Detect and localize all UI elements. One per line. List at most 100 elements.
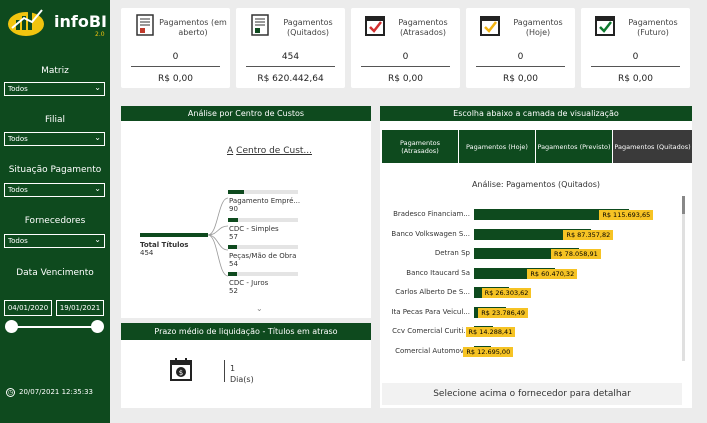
tree-node-bar (228, 245, 237, 249)
bar-value-label: R$ 12.695,00 (463, 346, 514, 357)
cost-center-field-link[interactable]: A Centro de Cust... (227, 146, 312, 156)
divider (224, 360, 225, 382)
filter-label-filial: Filial (44, 115, 66, 125)
tree-node-value: 52 (229, 287, 238, 295)
divider (361, 66, 450, 67)
kpi-count: 0 (402, 52, 409, 62)
fornecedores-select[interactable]: Todos ⌄ (4, 234, 105, 248)
kpi-value: R$ 0,00 (503, 74, 538, 84)
calendar-check-green-icon (595, 16, 615, 36)
chevron-down-icon: ⌄ (94, 184, 101, 193)
kpi-count: 0 (632, 52, 639, 62)
chevron-down-icon: ⌄ (94, 235, 101, 244)
tree-node-track (228, 245, 298, 249)
bar-value-label: R$ 60.470,32 (527, 268, 578, 279)
bar-category-label: Carlos Alberto De S... (395, 288, 470, 296)
tab-previsto[interactable]: Pagamentos (Previsto) (536, 130, 612, 163)
kpi-title: Pagamentos (em aberto) (159, 18, 227, 37)
bar-value-label: R$ 87.357,82 (563, 229, 614, 240)
date-slider-end-handle[interactable] (91, 320, 104, 333)
prazo-header: Prazo médio de liquidação - Títulos em a… (121, 323, 371, 340)
kpi-title: Pagamentos (Quitados) (283, 18, 333, 37)
situacao-value: Todos (8, 186, 28, 194)
divider (476, 66, 565, 67)
tree-node-label: CDC - Juros (229, 279, 269, 287)
bar-category-label: Comercial Automov... (395, 346, 470, 355)
chevron-down-icon: ⌄ (94, 83, 101, 92)
matriz-select[interactable]: Todos ⌄ (4, 82, 105, 96)
kpi-card-em-aberto[interactable]: Pagamentos (em aberto) 0 R$ 0,00 (121, 8, 230, 88)
kpi-value: R$ 0,00 (388, 74, 423, 84)
tree-node-track (228, 272, 298, 276)
bar-value-label: R$ 23.786,49 (478, 307, 529, 318)
date-label: Data Vencimento (16, 268, 94, 278)
tab-quitados[interactable]: Pagamentos (Quitados) (613, 130, 692, 163)
filter-label-matriz: Matriz (41, 66, 69, 76)
chart-logo-icon (8, 9, 44, 36)
fornecedores-value: Todos (8, 237, 28, 245)
kpi-card-futuro[interactable]: Pagamentos (Futuro) 0 R$ 0,00 (581, 8, 690, 88)
date-slider-track (10, 326, 98, 328)
chevron-down-icon[interactable]: ⌄ (256, 304, 263, 313)
kpi-count: 454 (281, 52, 300, 62)
brand-version: 2.0 (95, 31, 105, 38)
tree-node-label: CDC - Simples (229, 225, 279, 233)
kpi-card-quitados[interactable]: Pagamentos (Quitados) 454 R$ 620.442,64 (236, 8, 345, 88)
tree-root-value: 454 (140, 249, 154, 257)
tree-node-label: Pagamento Empré... (229, 197, 301, 205)
clock-icon: ◷ (6, 388, 15, 397)
divider (131, 66, 220, 67)
tree-root-label: Total Títulos (140, 241, 189, 249)
sidebar: infoBI 2.0 Matriz Todos ⌄ Filial Todos ⌄… (0, 0, 110, 423)
date-start-input[interactable]: 04/01/2020 (4, 300, 52, 316)
divider (246, 66, 335, 67)
detail-hint: Selecione acima o fornecedor para detalh… (382, 383, 682, 405)
bar-value-label: R$ 115.693,65 (599, 210, 654, 220)
matriz-value: Todos (8, 85, 28, 93)
tree-node-value: 57 (229, 233, 238, 241)
calendar-check-red-icon (365, 16, 385, 36)
date-end-input[interactable]: 19/01/2021 (56, 300, 104, 316)
bar-value-label: R$ 14.288,41 (465, 327, 516, 337)
tree-node-value: 90 (229, 205, 238, 213)
tree-node-label: Peças/Mão de Obra (229, 252, 297, 260)
last-update-timestamp: 20/07/2021 12:35:33 (19, 388, 94, 396)
kpi-value: R$ 0,00 (158, 74, 193, 84)
tree-node-track (228, 218, 298, 222)
prazo-unit: Dia(s) (230, 375, 254, 384)
chevron-down-icon: ⌄ (94, 133, 101, 142)
prazo-value: 1 (230, 364, 236, 373)
document-icon (251, 14, 269, 36)
kpi-value: R$ 620.442,64 (257, 74, 324, 84)
situacao-select[interactable]: Todos ⌄ (4, 183, 105, 197)
filial-value: Todos (8, 135, 28, 143)
scrollbar-track[interactable] (682, 196, 685, 361)
filter-label-situacao: Situação Pagamento (8, 165, 102, 175)
tab-atrasados[interactable]: Pagamentos (Atrasados) (382, 130, 458, 163)
tree-connectors (208, 197, 229, 277)
chart-title: Análise: Pagamentos (Quitados) (471, 180, 601, 189)
kpi-card-hoje[interactable]: Pagamentos (Hoje) 0 R$ 0,00 (466, 8, 575, 88)
kpi-card-atrasados[interactable]: Pagamentos (Atrasados) 0 R$ 0,00 (351, 8, 460, 88)
kpi-count: 0 (172, 52, 179, 62)
tab-hoje[interactable]: Pagamentos (Hoje) (459, 130, 535, 163)
cost-center-header: Análise por Centro de Custos (121, 106, 371, 121)
divider (591, 66, 680, 67)
bar-category-label: Banco Itaucard Sa (406, 268, 470, 277)
tree-root-bar (140, 233, 208, 237)
bar-category-label: Ccv Comercial Curiti... (392, 327, 470, 335)
bar-value-label: R$ 78.058,91 (550, 249, 601, 259)
bar-value-label: R$ 26.303,62 (481, 288, 532, 298)
cost-center-field-label: Centro de Cust... (236, 146, 312, 156)
date-slider-start-handle[interactable] (5, 320, 18, 333)
field-icon: A (227, 146, 234, 156)
scrollbar-thumb[interactable] (682, 196, 685, 214)
layer-header: Escolha abaixo a camada de visualização (380, 106, 692, 121)
tree-node-value: 54 (229, 260, 238, 268)
bar-category-label: Banco Volkswagen S... (391, 229, 470, 238)
calendar-check-yellow-icon (480, 16, 500, 36)
bar-category-label: Detran Sp (434, 249, 470, 257)
calendar-money-icon: $ (170, 358, 192, 381)
last-update: ◷ 20/07/2021 12:35:33 (6, 388, 93, 397)
filial-select[interactable]: Todos ⌄ (4, 132, 105, 146)
